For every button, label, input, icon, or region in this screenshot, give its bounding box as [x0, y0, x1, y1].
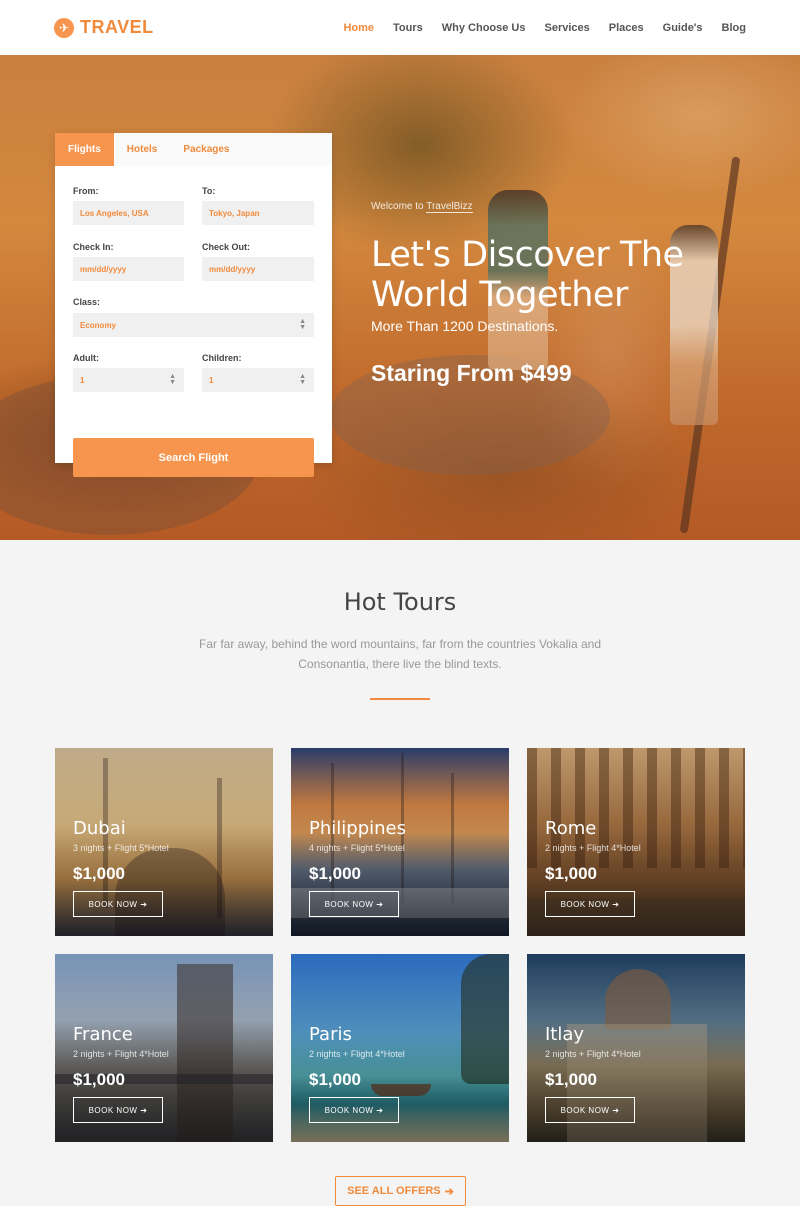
- tour-price: $1,000: [309, 1070, 361, 1089]
- book-now-button[interactable]: BOOK NOW ➔: [73, 891, 163, 917]
- adult-label: Adult:: [73, 353, 99, 363]
- book-now-label: BOOK NOW: [324, 1105, 374, 1115]
- arrow-right-icon: ➔: [376, 1105, 384, 1115]
- tour-meta: 4 nights + Flight 5*Hotel: [309, 843, 405, 853]
- book-now-label: BOOK NOW: [560, 899, 610, 909]
- book-now-button[interactable]: BOOK NOW ➔: [73, 1097, 163, 1123]
- to-label: To:: [202, 186, 216, 196]
- search-widget: Flights Hotels Packages From: Los Angele…: [55, 133, 332, 477]
- main-menu: Home Tours Why Choose Us Services Places…: [343, 0, 746, 55]
- tour-name: Rome: [545, 818, 597, 839]
- hero-welcome-prefix: Welcome to: [371, 201, 427, 212]
- adult-select-value: 1: [80, 375, 85, 385]
- tour-meta: 2 nights + Flight 4*Hotel: [545, 843, 641, 853]
- book-now-button[interactable]: BOOK NOW ➔: [309, 891, 399, 917]
- top-navbar: ✈ TRAVEL Home Tours Why Choose Us Servic…: [0, 0, 800, 55]
- nav-item-why-choose-us[interactable]: Why Choose Us: [442, 22, 526, 34]
- arrow-right-icon: ➔: [612, 1105, 620, 1115]
- hero-price: Staring From $499: [371, 360, 572, 386]
- book-now-label: BOOK NOW: [560, 1105, 610, 1115]
- checkin-field[interactable]: mm/dd/yyyy: [73, 257, 184, 281]
- nav-item-guides[interactable]: Guide's: [663, 22, 703, 34]
- class-select[interactable]: Economy ▲ ▼: [73, 313, 314, 337]
- hero-subtitle: More Than 1200 Destinations.: [371, 318, 559, 334]
- tour-meta: 2 nights + Flight 4*Hotel: [73, 1049, 169, 1059]
- hero-title: Let's Discover The World Together: [371, 235, 684, 315]
- checkin-label: Check In:: [73, 242, 114, 252]
- tab-flights[interactable]: Flights: [55, 133, 114, 166]
- see-all-offers-label: SEE ALL OFFERS: [347, 1185, 441, 1197]
- brand-logo[interactable]: ✈ TRAVEL: [54, 17, 154, 38]
- tour-card-philippines[interactable]: Philippines 4 nights + Flight 5*Hotel $1…: [291, 748, 509, 936]
- children-select-value: 1: [209, 375, 214, 385]
- nav-item-places[interactable]: Places: [609, 22, 644, 34]
- checkout-label: Check Out:: [202, 242, 251, 252]
- arrow-right-icon: ➔: [140, 899, 148, 909]
- brand-name: TRAVEL: [80, 17, 154, 37]
- nav-item-tours[interactable]: Tours: [393, 22, 423, 34]
- plane-icon: ✈: [54, 17, 74, 38]
- to-field[interactable]: Tokyo, Japan: [202, 201, 314, 225]
- nav-item-home[interactable]: Home: [343, 22, 374, 34]
- book-now-button[interactable]: BOOK NOW ➔: [309, 1097, 399, 1123]
- tour-name: Dubai: [73, 818, 126, 839]
- arrow-right-icon: ➔: [140, 1105, 148, 1115]
- tour-meta: 2 nights + Flight 4*Hotel: [309, 1049, 405, 1059]
- tab-hotels[interactable]: Hotels: [114, 133, 171, 166]
- tour-name: Philippines: [309, 818, 406, 839]
- section-description: Far far away, behind the word mountains,…: [199, 637, 601, 671]
- children-select[interactable]: 1 ▲ ▼: [202, 368, 314, 392]
- children-label: Children:: [202, 353, 242, 363]
- adult-select[interactable]: 1 ▲ ▼: [73, 368, 184, 392]
- tour-price: $1,000: [73, 864, 125, 883]
- book-now-button[interactable]: BOOK NOW ➔: [545, 891, 635, 917]
- select-arrows-icon: ▲ ▼: [299, 318, 306, 331]
- select-arrows-icon: ▲ ▼: [169, 373, 176, 386]
- tour-card-rome[interactable]: Rome 2 nights + Flight 4*Hotel $1,000 BO…: [527, 748, 745, 936]
- arrow-right-icon: ➔: [444, 1185, 454, 1198]
- nav-item-blog[interactable]: Blog: [722, 22, 746, 34]
- tour-name: Itlay: [545, 1024, 585, 1045]
- arrow-right-icon: ➔: [612, 899, 620, 909]
- hero-welcome-brand[interactable]: TravelBizz: [426, 201, 473, 213]
- tab-packages[interactable]: Packages: [170, 133, 242, 166]
- search-flight-button[interactable]: Search Flight: [73, 438, 314, 477]
- tour-price: $1,000: [73, 1070, 125, 1089]
- tour-meta: 3 nights + Flight 5*Hotel: [73, 843, 169, 853]
- tour-price: $1,000: [545, 864, 597, 883]
- arrow-right-icon: ➔: [376, 899, 384, 909]
- from-label: From:: [73, 186, 99, 196]
- section-title: Hot Tours: [343, 588, 457, 616]
- tour-name: Paris: [309, 1024, 352, 1045]
- class-label: Class:: [73, 297, 101, 307]
- tour-name: France: [73, 1024, 133, 1045]
- class-select-value: Economy: [80, 320, 117, 330]
- tour-price: $1,000: [545, 1070, 597, 1089]
- book-now-label: BOOK NOW: [88, 899, 138, 909]
- tour-meta: 2 nights + Flight 4*Hotel: [545, 1049, 641, 1059]
- see-all-offers-button[interactable]: SEE ALL OFFERS ➔: [335, 1176, 466, 1206]
- tour-price: $1,000: [309, 864, 361, 883]
- book-now-button[interactable]: BOOK NOW ➔: [545, 1097, 635, 1123]
- select-arrows-icon: ▲ ▼: [299, 373, 306, 386]
- tour-card-italy[interactable]: Itlay 2 nights + Flight 4*Hotel $1,000 B…: [527, 954, 745, 1142]
- search-tabs: Flights Hotels Packages: [55, 133, 332, 166]
- book-now-label: BOOK NOW: [324, 899, 374, 909]
- tour-card-france[interactable]: France 2 nights + Flight 4*Hotel $1,000 …: [55, 954, 273, 1142]
- from-field[interactable]: Los Angeles, USA: [73, 201, 184, 225]
- hero-welcome: Welcome to TravelBizz: [371, 201, 473, 213]
- section-divider: [370, 698, 430, 700]
- book-now-label: BOOK NOW: [88, 1105, 138, 1115]
- checkout-field[interactable]: mm/dd/yyyy: [202, 257, 314, 281]
- tour-card-paris[interactable]: Paris 2 nights + Flight 4*Hotel $1,000 B…: [291, 954, 509, 1142]
- tour-card-dubai[interactable]: Dubai 3 nights + Flight 5*Hotel $1,000 B…: [55, 748, 273, 936]
- nav-item-services[interactable]: Services: [545, 22, 590, 34]
